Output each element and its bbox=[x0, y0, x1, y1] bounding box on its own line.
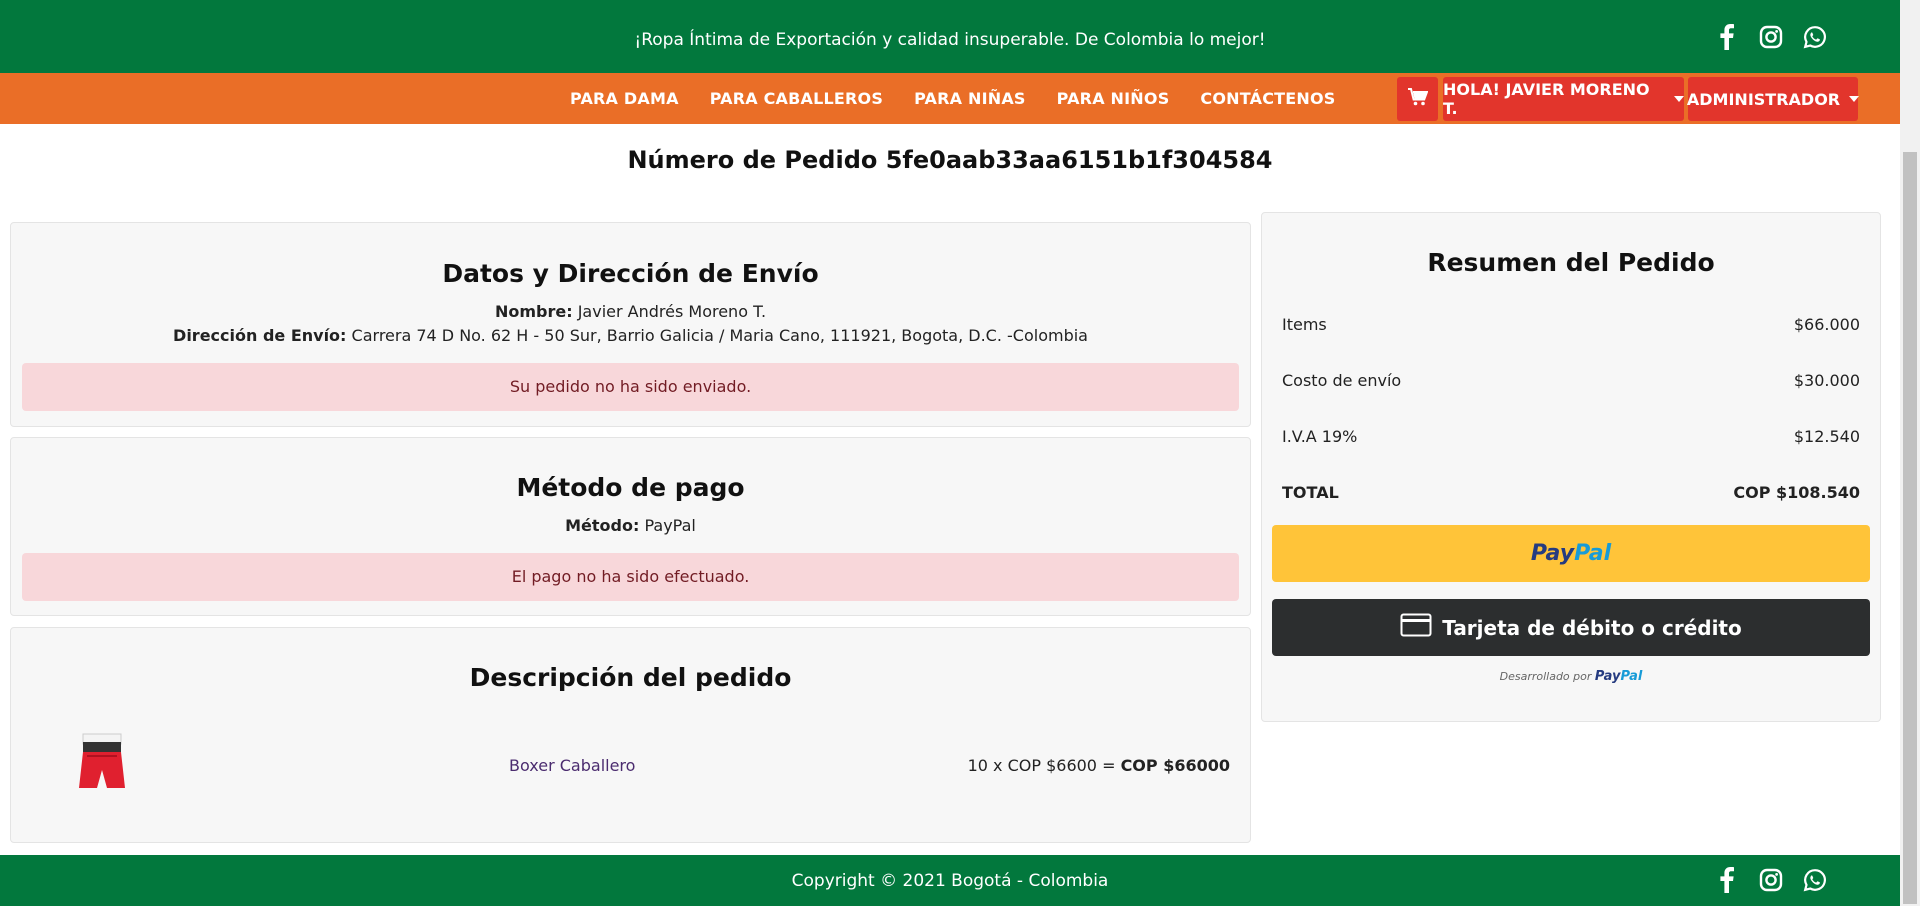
nav-link-ninos[interactable]: PARA NIÑOS bbox=[1057, 89, 1170, 108]
summary-label: Items bbox=[1282, 315, 1327, 334]
scrollbar-thumb[interactable] bbox=[1903, 152, 1917, 904]
user-menu-button[interactable]: HOLA! JAVIER MORENO T. bbox=[1443, 77, 1684, 121]
credit-card-icon bbox=[1400, 613, 1432, 642]
method-label: Método: bbox=[565, 516, 640, 535]
page: ¡Ropa Íntima de Exportación y calidad in… bbox=[0, 0, 1920, 906]
paypal-button[interactable]: Pay Pal bbox=[1272, 525, 1870, 582]
address-label: Dirección de Envío: bbox=[173, 326, 347, 345]
shipping-card: Datos y Dirección de Envío Nombre: Javie… bbox=[10, 222, 1251, 427]
method-value: PayPal bbox=[639, 516, 696, 535]
cart-icon bbox=[1407, 88, 1428, 110]
name-label: Nombre: bbox=[494, 302, 573, 321]
nav-link-ninas[interactable]: PARA NIÑAS bbox=[914, 89, 1026, 108]
order-description-card: Descripción del pedido Boxer Caballero 1… bbox=[10, 627, 1251, 843]
payment-method-line: Método: PayPal bbox=[11, 516, 1250, 535]
paypal-logo-part2: Pal bbox=[1574, 541, 1612, 566]
admin-menu-button[interactable]: ADMINISTRADOR bbox=[1686, 77, 1860, 121]
facebook-icon[interactable] bbox=[1714, 867, 1740, 893]
summary-value: COP $108.540 bbox=[1733, 483, 1860, 502]
powered-text: Desarrollado por bbox=[1499, 670, 1595, 683]
powered-brand-part1: Pay bbox=[1594, 669, 1621, 684]
nav-link-contactenos[interactable]: CONTÁCTENOS bbox=[1200, 89, 1335, 108]
summary-label: TOTAL bbox=[1282, 483, 1339, 502]
whatsapp-icon[interactable] bbox=[1802, 24, 1828, 50]
payment-status-alert: El pago no ha sido efectuado. bbox=[22, 553, 1239, 601]
order-summary-card: Resumen del Pedido Items $66.000 Costo d… bbox=[1261, 212, 1881, 722]
top-banner: ¡Ropa Íntima de Exportación y calidad in… bbox=[0, 0, 1900, 73]
summary-row-shipping: Costo de envío $30.000 bbox=[1282, 371, 1860, 390]
summary-row-tax: I.V.A 19% $12.540 bbox=[1282, 427, 1860, 446]
summary-row-total: TOTAL COP $108.540 bbox=[1282, 483, 1860, 502]
payment-card: Método de pago Método: PayPal El pago no… bbox=[10, 437, 1251, 616]
summary-row-items: Items $66.000 bbox=[1282, 315, 1860, 334]
footer: Copyright © 2021 Bogotá - Colombia bbox=[0, 855, 1900, 906]
nav-link-caballeros[interactable]: PARA CABALLEROS bbox=[710, 89, 883, 108]
summary-heading: Resumen del Pedido bbox=[1427, 248, 1715, 277]
facebook-icon[interactable] bbox=[1714, 24, 1740, 50]
nav-link-dama[interactable]: PARA DAMA bbox=[570, 89, 679, 108]
shipping-heading: Datos y Dirección de Envío bbox=[442, 259, 819, 288]
instagram-icon[interactable] bbox=[1758, 867, 1784, 893]
instagram-icon[interactable] bbox=[1758, 24, 1784, 50]
chevron-down-icon bbox=[1674, 96, 1684, 102]
summary-label: I.V.A 19% bbox=[1282, 427, 1358, 446]
description-heading: Descripción del pedido bbox=[469, 663, 792, 692]
summary-label: Costo de envío bbox=[1282, 371, 1402, 390]
promo-text: ¡Ropa Íntima de Exportación y calidad in… bbox=[634, 30, 1266, 50]
address-value: Carrera 74 D No. 62 H - 50 Sur, Barrio G… bbox=[346, 326, 1088, 345]
whatsapp-icon[interactable] bbox=[1802, 867, 1828, 893]
main-navbar: PARA DAMA PARA CABALLEROS PARA NIÑAS PAR… bbox=[0, 73, 1900, 124]
copyright-text: Copyright © 2021 Bogotá - Colombia bbox=[791, 871, 1109, 891]
product-price-line: 10 x COP $6600 = COP $66000 bbox=[968, 756, 1230, 775]
summary-value: $30.000 bbox=[1793, 371, 1860, 390]
card-payment-button[interactable]: Tarjeta de débito o crédito bbox=[1272, 599, 1870, 656]
product-qty-price: 10 x COP $6600 = bbox=[967, 756, 1121, 775]
page-scrollbar[interactable] bbox=[1900, 0, 1920, 906]
product-image bbox=[71, 732, 135, 796]
product-name-link[interactable]: Boxer Caballero bbox=[509, 756, 635, 775]
shipping-name-line: Nombre: Javier Andrés Moreno T. bbox=[11, 302, 1250, 321]
cart-button[interactable] bbox=[1397, 77, 1438, 121]
name-value: Javier Andrés Moreno T. bbox=[572, 302, 767, 321]
summary-value: $12.540 bbox=[1793, 427, 1860, 446]
shipping-address-line: Dirección de Envío: Carrera 74 D No. 62 … bbox=[11, 326, 1250, 345]
product-total: COP $66000 bbox=[1120, 756, 1230, 775]
admin-menu-label: ADMINISTRADOR bbox=[1686, 89, 1841, 109]
order-number-title: Número de Pedido 5fe0aab33aa6151b1f30458… bbox=[627, 146, 1273, 174]
payment-heading: Método de pago bbox=[516, 473, 745, 502]
nav-links: PARA DAMA PARA CABALLEROS PARA NIÑAS PAR… bbox=[570, 73, 1336, 124]
powered-brand-part2: Pal bbox=[1620, 669, 1643, 684]
chevron-down-icon bbox=[1849, 96, 1860, 102]
summary-value: $66.000 bbox=[1793, 315, 1860, 334]
shipping-status-alert: Su pedido no ha sido enviado. bbox=[22, 363, 1239, 411]
top-social-links bbox=[1714, 24, 1828, 50]
footer-social-links bbox=[1714, 867, 1828, 893]
paypal-logo-part1: Pay bbox=[1530, 541, 1575, 566]
user-menu-label: HOLA! JAVIER MORENO T. bbox=[1443, 80, 1650, 118]
card-button-label: Tarjeta de débito o crédito bbox=[1442, 615, 1742, 640]
powered-by-paypal: Desarrollado por PayPal bbox=[1262, 669, 1880, 684]
